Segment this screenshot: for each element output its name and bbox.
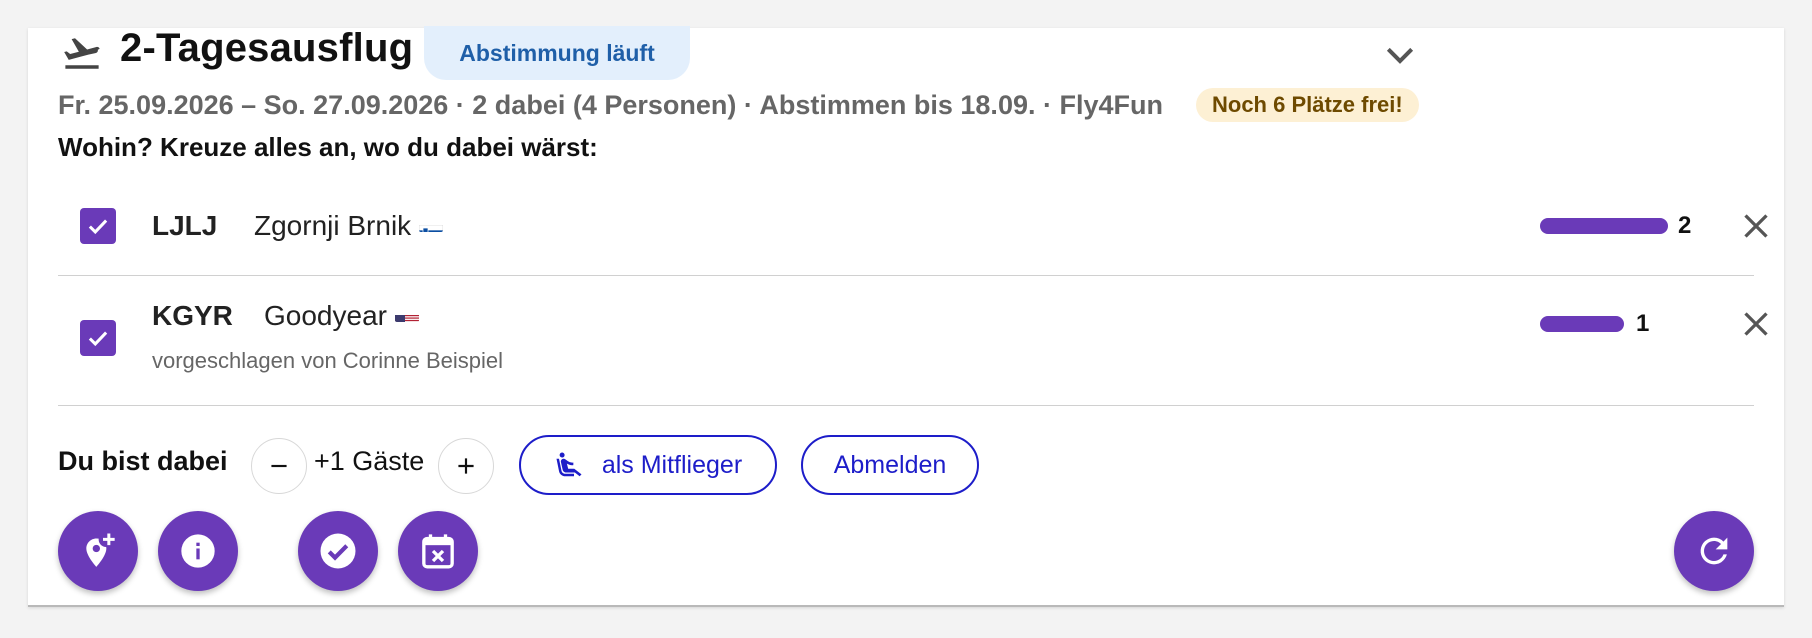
trip-meta: Fr. 25.09.2026 – So. 27.09.2026 · 2 dabe…	[58, 90, 1163, 120]
check-icon	[88, 331, 108, 347]
remove-destination-icon[interactable]	[1738, 306, 1774, 342]
calendar-cancel-icon	[422, 534, 454, 569]
destination-checkbox[interactable]	[80, 320, 116, 356]
remove-destination-icon[interactable]	[1738, 208, 1774, 244]
add-location-icon	[86, 533, 115, 567]
info-button[interactable]	[158, 511, 238, 591]
plus-icon	[458, 458, 474, 474]
minus-icon	[271, 464, 287, 468]
suggested-by: vorgeschlagen von Corinne Beispiel	[152, 348, 503, 373]
airport-name: Zgornji Brnik	[254, 210, 444, 242]
status-badge: Abstimmung läuft	[424, 26, 690, 80]
check-icon	[88, 219, 108, 235]
check-circle-icon	[320, 533, 356, 569]
flight-takeoff-icon	[64, 38, 100, 69]
seats-badge: Noch 6 Plätze frei!	[1196, 88, 1419, 122]
vote-bar	[1540, 316, 1624, 332]
info-icon	[181, 534, 215, 568]
trip-card: 2-Tagesausflug Abstimmung läuft Fr. 25.0…	[28, 26, 1784, 607]
leave-button-label: Abmelden	[833, 450, 947, 479]
add-guest-button[interactable]	[438, 438, 494, 494]
refresh-button[interactable]	[1674, 511, 1754, 591]
chevron-down-icon[interactable]	[1380, 36, 1420, 76]
vote-bar	[1540, 218, 1668, 234]
airport-code: LJLJ	[152, 210, 218, 241]
airport-name: Goodyear	[264, 300, 419, 332]
add-location-button[interactable]	[58, 511, 138, 591]
usa-flag-icon	[394, 306, 419, 322]
destination-row: LJLJ Zgornji Brnik 2	[58, 174, 1768, 276]
confirm-button[interactable]	[298, 511, 378, 591]
vote-count: 2	[1678, 212, 1692, 239]
trip-title: 2-Tagesausflug	[120, 26, 414, 70]
participation-label: Du bist dabei	[58, 446, 228, 476]
slovenia-flag-icon	[419, 216, 444, 232]
vote-count: 1	[1636, 310, 1650, 337]
refresh-icon	[1700, 537, 1728, 565]
copilot-button-label: als Mitflieger	[601, 450, 743, 479]
destination-checkbox[interactable]	[80, 208, 116, 244]
leave-button[interactable]: Abmelden	[801, 435, 979, 495]
destination-question: Wohin? Kreuze alles an, wo du dabei wärs…	[58, 132, 598, 162]
destination-row: KGYR Goodyear vorgeschlagen von Corinne …	[58, 276, 1768, 406]
remove-guest-button[interactable]	[251, 438, 307, 494]
guest-count: +1 Gäste	[314, 446, 425, 476]
airport-code: KGYR	[152, 300, 233, 331]
seat-passenger-icon	[556, 452, 582, 477]
cancel-date-button[interactable]	[398, 511, 478, 591]
copilot-button[interactable]: als Mitflieger	[519, 435, 777, 495]
